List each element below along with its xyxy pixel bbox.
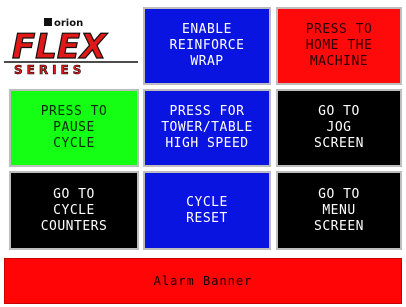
logo-brand-main: FLEX bbox=[12, 27, 108, 67]
logo-mark-icon bbox=[44, 18, 52, 26]
tower-table-high-speed-button[interactable]: PRESS FOR TOWER/TABLE HIGH SPEED bbox=[143, 89, 271, 167]
alarm-banner: Alarm Banner bbox=[4, 258, 402, 304]
orion-flex-series-logo: orion FLEX SERIES bbox=[4, 14, 138, 77]
menu-screen-button[interactable]: GO TO MENU SCREEN bbox=[276, 171, 402, 250]
jog-screen-button[interactable]: GO TO JOG SCREEN bbox=[276, 89, 402, 167]
cycle-reset-button[interactable]: CYCLE RESET bbox=[143, 171, 271, 250]
enable-reinforce-wrap-button[interactable]: ENABLE REINFORCE WRAP bbox=[143, 7, 271, 85]
home-machine-button[interactable]: PRESS TO HOME THE MACHINE bbox=[276, 7, 402, 85]
pause-cycle-button[interactable]: PRESS TO PAUSE CYCLE bbox=[9, 89, 139, 167]
logo-brand-sub: SERIES bbox=[14, 63, 85, 76]
cycle-counters-button[interactable]: GO TO CYCLE COUNTERS bbox=[9, 171, 139, 250]
logo-graphic: orion FLEX SERIES bbox=[4, 18, 138, 77]
